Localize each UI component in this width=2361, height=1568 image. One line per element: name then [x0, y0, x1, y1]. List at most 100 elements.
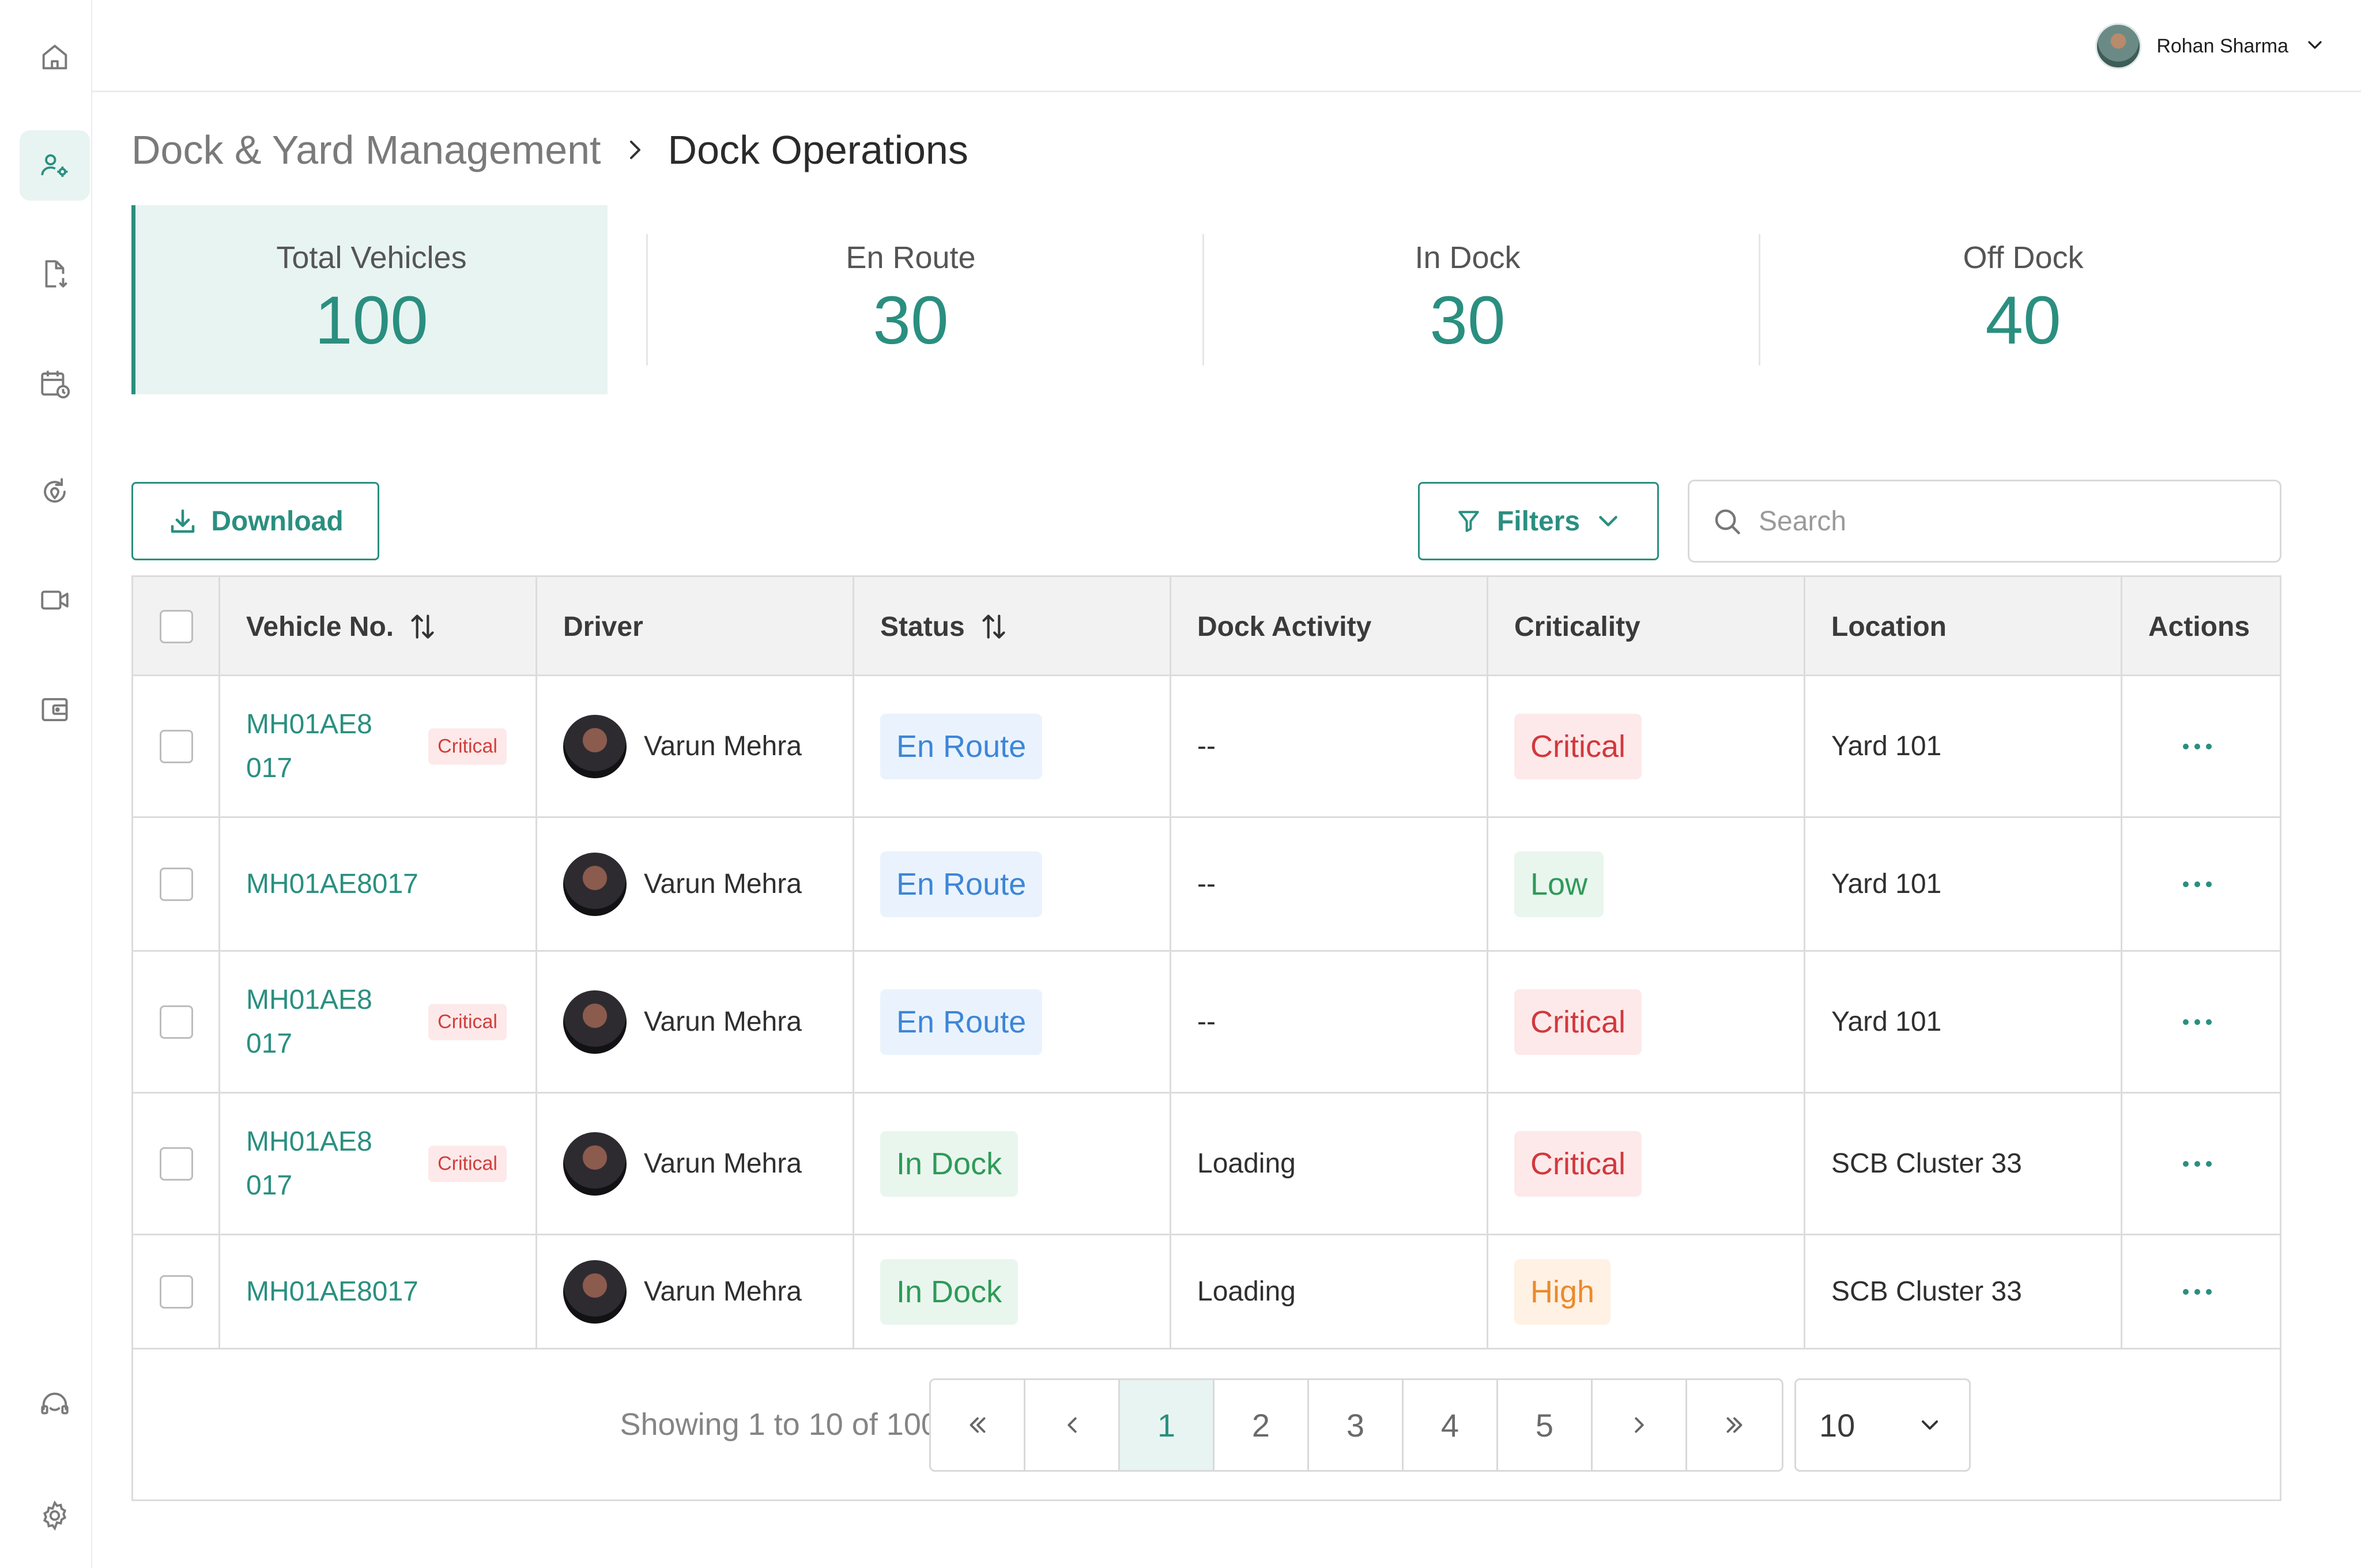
- column-vehicle-no[interactable]: Vehicle No.: [220, 577, 537, 676]
- search-field[interactable]: [1688, 480, 2281, 563]
- divider: [535, 577, 537, 1350]
- vehicle-number-link[interactable]: MH01AE8017: [246, 862, 418, 906]
- more-actions-icon[interactable]: [2183, 743, 2212, 749]
- next-page-button[interactable]: [1593, 1380, 1687, 1470]
- download-icon: [171, 509, 195, 533]
- download-label: Download: [211, 506, 344, 537]
- page-button-4[interactable]: 4: [1404, 1380, 1498, 1470]
- chevron-down-icon[interactable]: [2303, 33, 2326, 59]
- page-button-3[interactable]: 3: [1309, 1380, 1404, 1470]
- column-location: Location: [1805, 577, 2122, 676]
- column-actions: Actions: [2122, 577, 2280, 676]
- sidebar-item-support[interactable]: [20, 1370, 90, 1440]
- user-menu[interactable]: Rohan Sharma: [2095, 23, 2326, 69]
- filters-button[interactable]: Filters: [1418, 482, 1659, 560]
- sidebar-item-tracking[interactable]: [20, 457, 90, 527]
- driver-avatar: [563, 852, 627, 916]
- location-cell: Yard 101: [1831, 1007, 1942, 1037]
- stat-value: 100: [315, 282, 428, 359]
- stat-label: En Route: [846, 240, 976, 275]
- chevron-down-icon: [1599, 516, 1617, 526]
- top-bar: Rohan Sharma: [92, 0, 2361, 92]
- actions-cell: [2122, 676, 2280, 816]
- row-checkbox[interactable]: [160, 1275, 193, 1309]
- criticality-badge: Critical: [1514, 989, 1642, 1055]
- table-row: MH01AE8017 Varun Mehra En Route -- Low Y…: [133, 818, 2280, 952]
- vehicle-cell: MH01AE8 017 Critical: [220, 952, 537, 1092]
- driver-cell: Varun Mehra: [537, 818, 854, 950]
- driver-name: Varun Mehra: [644, 869, 802, 899]
- stat-label: In Dock: [1415, 240, 1521, 275]
- row-checkbox[interactable]: [160, 1147, 193, 1181]
- stat-off-dock[interactable]: Off Dock 40: [1764, 205, 2283, 394]
- sidebar-item-video[interactable]: [20, 565, 90, 635]
- status-badge: In Dock: [880, 1258, 1019, 1325]
- stat-in-dock[interactable]: In Dock 30: [1208, 205, 1727, 394]
- column-label: Criticality: [1514, 611, 1640, 642]
- last-page-button[interactable]: [1687, 1380, 1782, 1470]
- sidebar-item-schedule[interactable]: [20, 348, 90, 419]
- criticality-cell: Critical: [1488, 1094, 1805, 1234]
- page-button-2[interactable]: 2: [1215, 1380, 1309, 1470]
- sidebar-item-user-settings[interactable]: [20, 130, 90, 201]
- row-checkbox[interactable]: [160, 1005, 193, 1039]
- calendar-clock-icon: [41, 371, 70, 399]
- driver-avatar: [563, 714, 627, 778]
- stat-value: 40: [1985, 282, 2061, 359]
- vehicle-number-link[interactable]: MH01AE8017: [246, 1270, 418, 1314]
- dock-activity-cell: --: [1197, 869, 1216, 899]
- actions-cell: [2122, 952, 2280, 1092]
- driver-cell: Varun Mehra: [537, 1094, 854, 1234]
- stat-en-route[interactable]: En Route 30: [651, 205, 1170, 394]
- status-cell: En Route: [854, 676, 1171, 816]
- criticality-badge: Critical: [1514, 1130, 1642, 1197]
- breadcrumb-parent[interactable]: Dock & Yard Management: [131, 127, 601, 173]
- status-cell: En Route: [854, 952, 1171, 1092]
- status-cell: In Dock: [854, 1094, 1171, 1234]
- divider: [1759, 234, 1760, 365]
- search-input[interactable]: [1759, 505, 2231, 537]
- location-cell: Yard 101: [1831, 731, 1942, 762]
- divider: [2121, 577, 2122, 1350]
- prev-page-button[interactable]: [1025, 1380, 1120, 1470]
- vehicle-number-link[interactable]: MH01AE8017: [246, 978, 419, 1066]
- row-checkbox[interactable]: [160, 729, 193, 763]
- sort-icon[interactable]: [978, 610, 1010, 643]
- download-button[interactable]: Download: [131, 482, 379, 560]
- driver-name: Varun Mehra: [644, 1148, 802, 1179]
- actions-cell: [2122, 1094, 2280, 1234]
- page-button-1[interactable]: 1: [1120, 1380, 1215, 1470]
- select-all-cell: [133, 577, 220, 676]
- stat-total-vehicles[interactable]: Total Vehicles 100: [131, 205, 608, 394]
- page-size-select[interactable]: 10: [1794, 1378, 1971, 1472]
- vehicle-number-link[interactable]: MH01AE8017: [246, 703, 419, 790]
- more-actions-icon[interactable]: [2183, 1160, 2212, 1167]
- dock-activity-cell: --: [1197, 731, 1216, 762]
- sort-icon[interactable]: [406, 610, 439, 643]
- sidebar-item-wallet[interactable]: [20, 674, 90, 745]
- sidebar-item-settings[interactable]: [20, 1480, 90, 1551]
- more-actions-icon[interactable]: [2183, 1288, 2212, 1295]
- page-button-5[interactable]: 5: [1498, 1380, 1593, 1470]
- more-actions-icon[interactable]: [2183, 881, 2212, 887]
- user-name: Rohan Sharma: [2156, 35, 2288, 57]
- table-row: MH01AE8 017 Critical Varun Mehra En Route…: [133, 676, 2280, 818]
- row-checkbox[interactable]: [160, 867, 193, 901]
- column-driver: Driver: [537, 577, 854, 676]
- page-size-value: 10: [1819, 1407, 1855, 1443]
- vehicle-number-link[interactable]: MH01AE8017: [246, 1120, 419, 1208]
- select-all-checkbox[interactable]: [160, 610, 193, 643]
- more-actions-icon[interactable]: [2183, 1019, 2212, 1025]
- column-criticality: Criticality: [1488, 577, 1805, 676]
- sidebar-item-home[interactable]: [20, 22, 90, 92]
- actions-cell: [2122, 1235, 2280, 1348]
- row-select-cell: [133, 1094, 220, 1234]
- first-page-button[interactable]: [931, 1380, 1025, 1470]
- vehicle-cell: MH01AE8 017 Critical: [220, 676, 537, 816]
- sidebar-item-documents[interactable]: [20, 239, 90, 309]
- stats-summary: Total Vehicles 100 En Route 30 In Dock 3…: [131, 205, 2281, 394]
- table-row: MH01AE8 017 Critical Varun Mehra En Route…: [133, 952, 2280, 1094]
- column-status[interactable]: Status: [854, 577, 1171, 676]
- user-avatar: [2095, 23, 2142, 69]
- column-label: Actions: [2148, 611, 2250, 642]
